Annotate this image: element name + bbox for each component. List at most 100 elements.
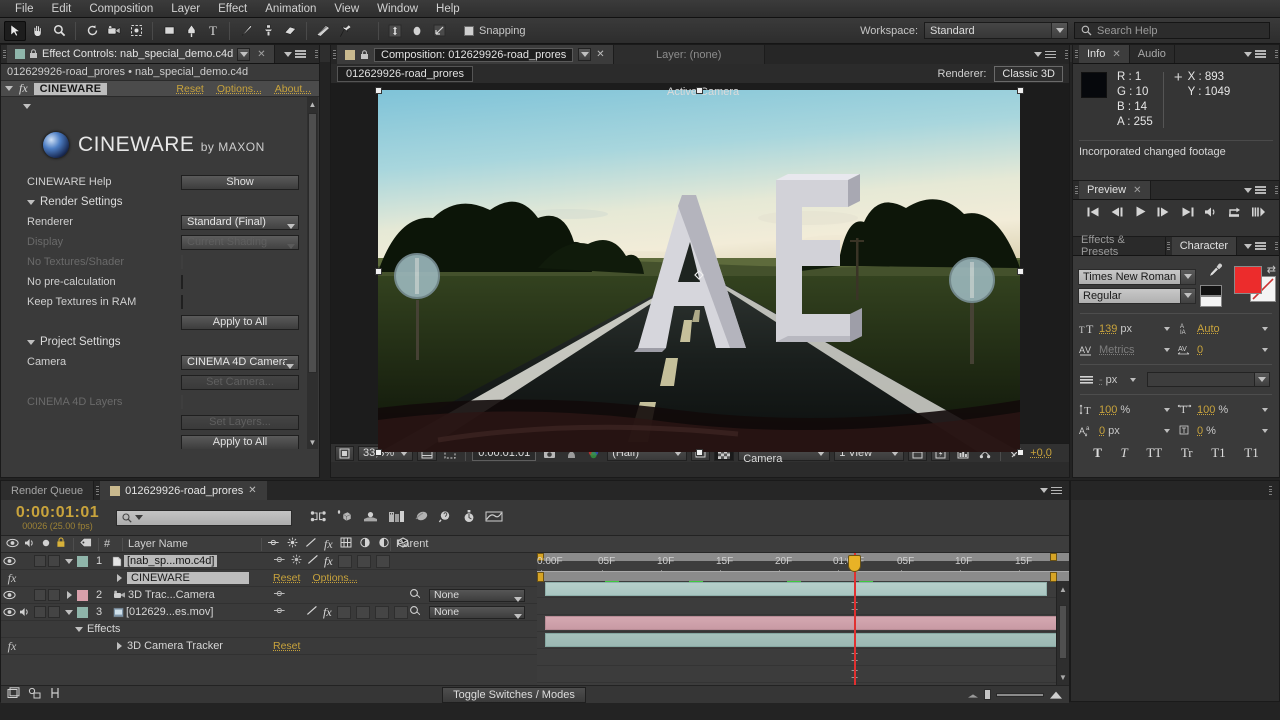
table-row-layer-2[interactable]: 2 3D Trac...Camera None (1, 587, 537, 604)
layer-2-parent-dropdown[interactable]: None (429, 589, 525, 602)
toggle-switches-modes-button[interactable]: Toggle Switches / Modes (442, 687, 586, 703)
layer-2-disclosure[interactable] (61, 591, 77, 599)
layer-1-color-swatch[interactable] (77, 556, 88, 567)
pen-tool-icon[interactable] (180, 21, 202, 41)
font-family-chevron-icon[interactable] (1180, 270, 1195, 284)
playhead-marker[interactable] (848, 555, 861, 572)
layer-3-shy-switch[interactable] (273, 606, 286, 618)
menu-item-layer[interactable]: Layer (162, 2, 209, 16)
zoom-slider-track[interactable] (996, 693, 1044, 697)
menu-item-effect[interactable]: Effect (209, 2, 256, 16)
section-project-settings[interactable]: Project Settings (1, 332, 319, 352)
cineware-options-link[interactable]: Options... (312, 572, 357, 584)
tsume-value[interactable]: 0 (1197, 425, 1203, 437)
faux-bold-button[interactable]: T (1093, 445, 1102, 461)
layer-1-video-toggle[interactable] (1, 556, 17, 566)
tab-render-queue[interactable]: Render Queue (1, 481, 94, 500)
horizontal-scale-value[interactable]: 100 (1197, 404, 1215, 416)
tab-character[interactable]: Character (1172, 237, 1237, 255)
layer-1-collapse-switch[interactable] (291, 554, 302, 568)
camera-tool-icon[interactable] (103, 21, 125, 41)
apply-to-all-button-2[interactable]: Apply to All (181, 435, 299, 450)
clone-stamp-tool-icon[interactable] (257, 21, 279, 41)
clip-layer-1[interactable] (545, 582, 1047, 596)
layer-1-lock-toggle[interactable] (48, 555, 60, 567)
tab-preview[interactable]: Preview ✕ (1079, 181, 1151, 199)
composition-frame[interactable] (378, 90, 1020, 452)
auto-keyframe-icon[interactable] (462, 509, 476, 526)
playhead-line[interactable] (854, 553, 856, 685)
apply-to-all-button-1[interactable]: Apply to All (181, 315, 299, 330)
layer-1-frameblend-switch[interactable] (338, 555, 352, 568)
menu-item-file[interactable]: File (6, 2, 43, 16)
table-row-effects-group[interactable]: Effects (1, 621, 537, 638)
close-icon[interactable]: ✕ (257, 49, 265, 60)
layer-1-motionblur-switch[interactable] (357, 555, 371, 568)
baseline-shift-value[interactable]: 0 (1099, 425, 1105, 437)
time-range-bar[interactable] (537, 571, 1069, 581)
timeline-zoom-slider[interactable] (967, 689, 1063, 700)
comp-flowchart-footer-icon[interactable] (7, 687, 20, 702)
layer-3-parent-pickwhip[interactable] (409, 605, 421, 619)
composition-panel-menu[interactable] (1027, 45, 1063, 64)
pin-position-icon[interactable] (384, 21, 406, 41)
layer-1-name[interactable]: [nab_sp...mo.c4d] (124, 555, 217, 567)
selection-handle-ml[interactable] (375, 268, 382, 275)
stroke-width-chevron-icon[interactable] (1130, 378, 1136, 382)
cineware-disclosure[interactable] (111, 574, 127, 582)
layer-3-adjust-switch[interactable] (375, 606, 389, 619)
timeline-scroll-up-icon[interactable]: ▲ (1057, 581, 1069, 597)
faux-italic-button[interactable]: T (1121, 445, 1128, 461)
clip-layer-3[interactable] (545, 633, 1065, 647)
selection-handle-bl[interactable] (375, 449, 382, 456)
selection-handle-bc[interactable] (696, 449, 703, 456)
menu-item-window[interactable]: Window (368, 2, 427, 16)
timeline-search-input[interactable] (116, 510, 292, 526)
superscript-button[interactable]: T1 (1211, 445, 1225, 461)
stroke-color-swatch[interactable] (1200, 285, 1222, 296)
pin-scale-icon[interactable] (406, 21, 428, 41)
section-triangle-icon-2[interactable] (27, 340, 35, 345)
tab-info[interactable]: Info ✕ (1079, 45, 1130, 63)
exposure-value[interactable]: +0,0 (1030, 447, 1052, 459)
graph-curve-icon[interactable] (485, 510, 503, 526)
scrollbar-thumb[interactable] (308, 113, 317, 373)
layer-2-name[interactable]: 3D Trac...Camera (128, 589, 215, 601)
effect-header-cineware[interactable]: fx CINEWARE Reset Options... About... (1, 81, 319, 97)
disclosure-triangle-icon[interactable] (5, 86, 13, 91)
layer-2-lock-toggle[interactable] (48, 589, 60, 601)
menu-item-animation[interactable]: Animation (256, 2, 325, 16)
parent-header[interactable]: Parent (391, 538, 1069, 550)
layer-1-disclosure[interactable] (61, 559, 77, 564)
no-precalculation-checkbox[interactable] (181, 275, 183, 289)
tracking-value[interactable]: 0 (1197, 344, 1203, 356)
play-button[interactable] (1134, 205, 1147, 221)
next-frame-button[interactable] (1156, 206, 1171, 221)
tab-effects-presets[interactable]: Effects & Presets (1073, 237, 1166, 255)
selection-handle-mr[interactable] (1017, 268, 1024, 275)
track-layer-1[interactable] (537, 581, 1069, 598)
layer-3-solo-toggle[interactable] (34, 606, 46, 618)
layer-3-disclosure[interactable] (61, 610, 77, 615)
info-panel-menu[interactable] (1237, 45, 1273, 63)
all-caps-button[interactable]: TT (1146, 445, 1162, 461)
cineware-effect-name[interactable]: CINEWARE (127, 572, 249, 584)
renderer-dropdown[interactable]: Standard (Final) (181, 215, 299, 230)
zoom-tool-icon[interactable] (48, 21, 70, 41)
info-close-icon[interactable]: ✕ (1112, 49, 1120, 60)
scroll-down-icon[interactable]: ▼ (307, 435, 318, 449)
workspace-select[interactable]: Standard (924, 22, 1068, 39)
tracking-chevron-icon[interactable] (1262, 348, 1268, 352)
timeline-scroll-down-icon[interactable]: ▼ (1057, 669, 1069, 685)
zoom-slider-knob[interactable] (984, 689, 991, 700)
eyedropper-icon[interactable] (1208, 263, 1223, 281)
shape-tool-icon[interactable] (158, 21, 180, 41)
comp-panel-grip-right-icon[interactable] (1063, 45, 1069, 64)
menu-item-composition[interactable]: Composition (80, 2, 162, 16)
tab-audio[interactable]: Audio (1130, 45, 1175, 63)
effect-controls-scrollbar[interactable]: ▲ ▼ (307, 97, 318, 449)
horizontal-scale-chevron-icon[interactable] (1262, 408, 1268, 412)
timeline-panel-menu[interactable] (1033, 481, 1069, 500)
layer-2-shy-switch[interactable] (273, 589, 286, 601)
layer-2-solo-toggle[interactable] (34, 589, 46, 601)
